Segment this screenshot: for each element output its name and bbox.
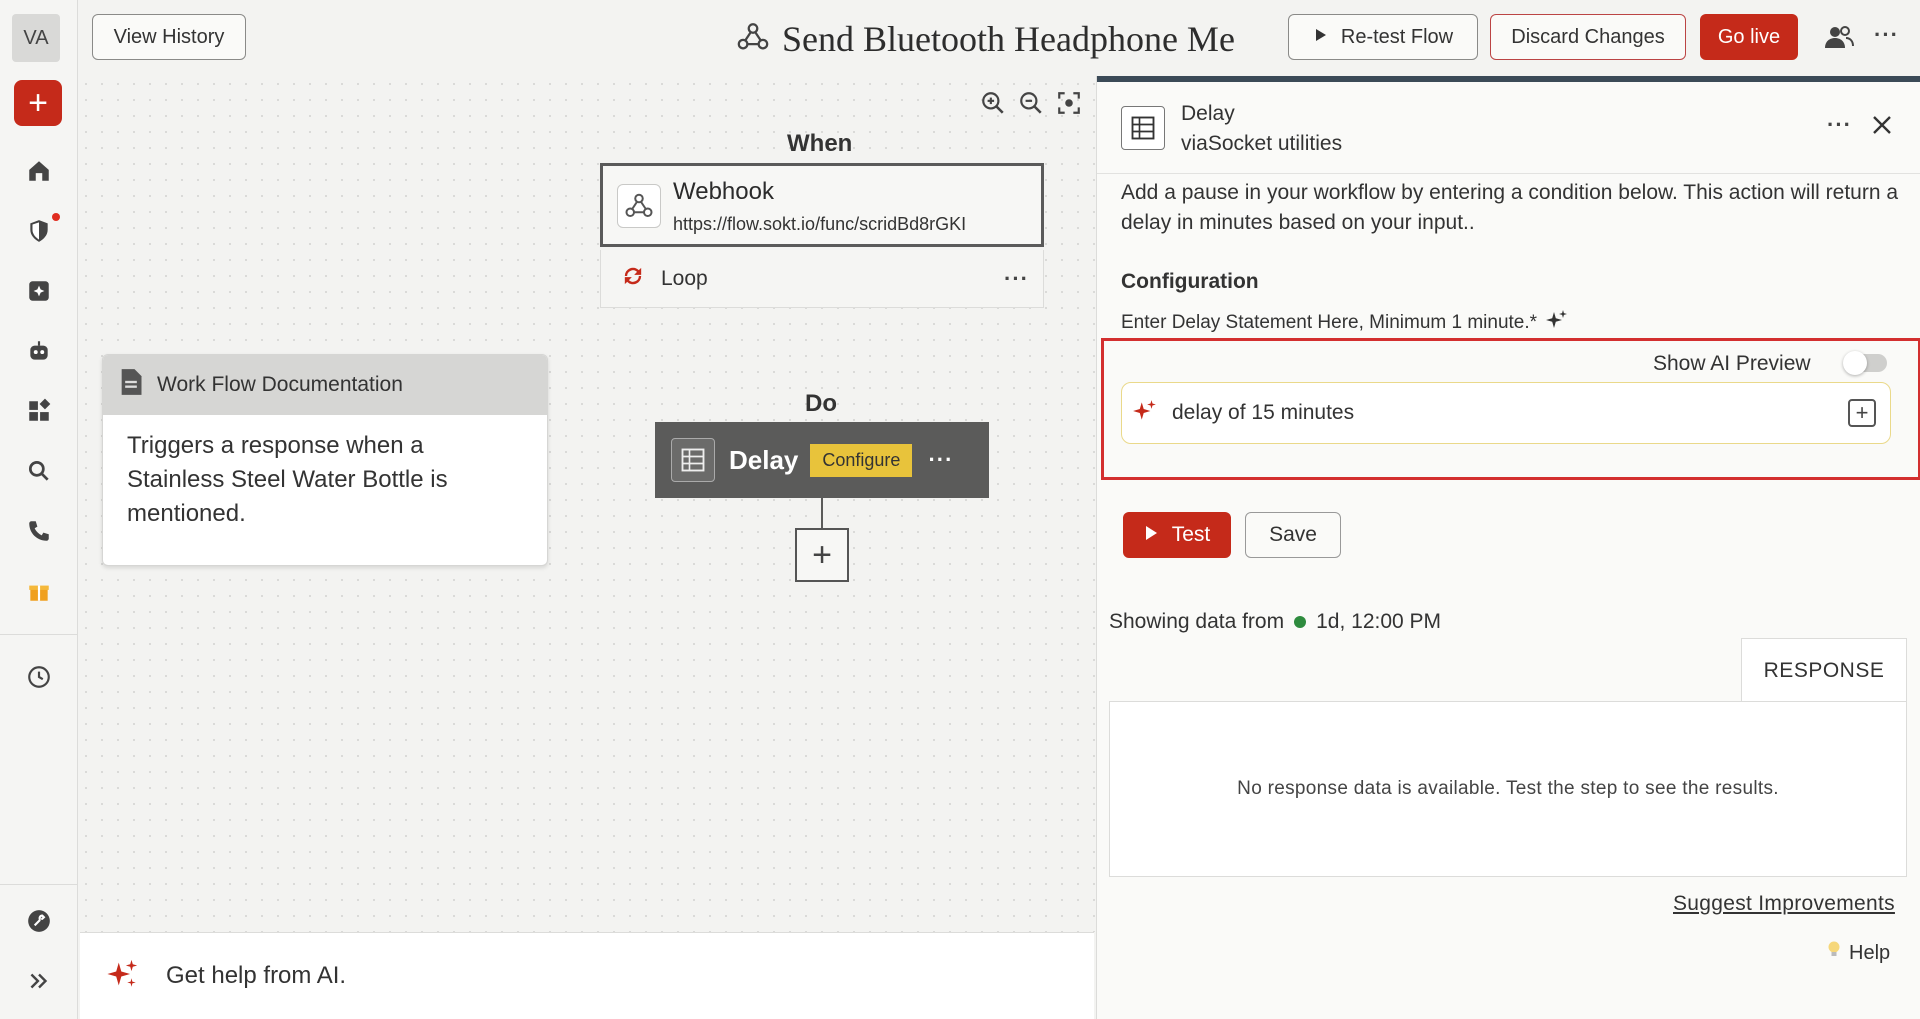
showing-data-from: Showing data from 1d, 12:00 PM <box>1109 610 1441 634</box>
configuration-title: Configuration <box>1121 270 1259 293</box>
search-icon[interactable] <box>22 454 56 488</box>
do-label: Do <box>805 390 837 417</box>
left-rail: VA + <box>0 0 78 1019</box>
view-history-button[interactable]: View History <box>92 14 246 60</box>
ai-preview-toggle[interactable] <box>1843 351 1887 375</box>
configure-badge[interactable]: Configure <box>810 443 913 477</box>
no-response-message: No response data is available. Test the … <box>1237 778 1779 799</box>
sparkle-icon <box>1132 398 1158 429</box>
retest-flow-label: Re-test Flow <box>1340 25 1454 48</box>
save-button[interactable]: Save <box>1245 512 1341 558</box>
more-menu-icon[interactable]: ··· <box>1874 22 1899 48</box>
panel-subtitle: viaSocket utilities <box>1181 132 1343 155</box>
delay-statement-input[interactable]: delay of 15 minutes + <box>1121 382 1891 444</box>
retest-flow-button[interactable]: Re-test Flow <box>1288 14 1478 60</box>
tab-response[interactable]: RESPONSE <box>1741 638 1907 702</box>
go-live-button[interactable]: Go live <box>1700 14 1798 60</box>
webhook-trigger-card[interactable]: Webhook https://flow.sokt.io/func/scridB… <box>600 163 1044 247</box>
when-label: When <box>787 130 853 157</box>
webhook-name: Webhook <box>673 178 774 205</box>
test-label: Test <box>1171 523 1211 546</box>
sparkle-icon[interactable] <box>1545 308 1569 338</box>
add-step-button[interactable]: + <box>795 528 849 582</box>
panel-title: Delay <box>1181 102 1235 125</box>
loop-more-icon[interactable]: ··· <box>1004 266 1029 292</box>
loop-icon <box>619 262 647 295</box>
avatar[interactable]: VA <box>12 14 60 62</box>
tool-icon[interactable] <box>22 904 56 938</box>
showing-prefix: Showing data from <box>1109 610 1285 633</box>
phone-icon[interactable] <box>22 514 56 548</box>
document-icon <box>119 368 143 402</box>
delay-statement-label: Enter Delay Statement Here, Minimum 1 mi… <box>1121 308 1569 338</box>
documentation-body[interactable]: Triggers a response when a Stainless Ste… <box>103 415 547 545</box>
loop-label: Loop <box>661 266 708 290</box>
documentation-header: Work Flow Documentation <box>103 355 547 415</box>
help-label: Help <box>1849 941 1891 964</box>
delay-node-name: Delay <box>729 444 799 475</box>
response-panel: No response data is available. Test the … <box>1109 701 1907 877</box>
ai-preview-label: Show AI Preview <box>1653 352 1811 375</box>
delay-input-value: delay of 15 minutes <box>1172 401 1355 424</box>
history-icon[interactable] <box>22 660 56 694</box>
status-dot <box>1294 616 1307 628</box>
webhook-icon <box>736 20 770 59</box>
panel-header: Delay viaSocket utilities ··· <box>1097 82 1920 174</box>
expand-icon[interactable] <box>22 964 56 998</box>
panel-more-icon[interactable]: ··· <box>1827 112 1852 138</box>
zoom-in-icon[interactable] <box>978 88 1008 118</box>
table-icon <box>671 438 715 482</box>
delay-statement-label-text: Enter Delay Statement Here, Minimum 1 mi… <box>1121 312 1538 333</box>
lightbulb-icon <box>1827 940 1841 966</box>
documentation-title: Work Flow Documentation <box>157 373 403 396</box>
rail-divider <box>0 634 78 635</box>
ai-help-bar[interactable]: Get help from AI. <box>80 932 1094 1019</box>
add-variable-icon[interactable]: + <box>1848 399 1876 427</box>
gift-icon[interactable] <box>22 574 56 608</box>
webhook-icon <box>617 184 661 228</box>
loop-row[interactable]: Loop ··· <box>600 250 1044 308</box>
workflow-documentation-card[interactable]: Work Flow Documentation Triggers a respo… <box>102 354 548 566</box>
play-icon <box>1313 26 1329 49</box>
plus-square-icon[interactable] <box>22 274 56 308</box>
step-description: Add a pause in your workflow by entering… <box>1121 181 1899 234</box>
test-button[interactable]: Test <box>1123 512 1231 558</box>
showing-time[interactable]: 1d, 12:00 PM <box>1316 610 1441 634</box>
users-icon[interactable] <box>1824 24 1854 55</box>
flow-title-text: Send Bluetooth Headphone Me <box>782 19 1235 59</box>
delay-node-more-icon[interactable]: ··· <box>928 447 953 473</box>
add-button[interactable]: + <box>14 80 62 126</box>
home-icon[interactable] <box>22 154 56 188</box>
rail-divider <box>0 884 78 885</box>
shield-icon[interactable] <box>22 214 56 248</box>
step-connector <box>821 498 823 530</box>
suggest-improvements-link[interactable]: Suggest Improvements <box>1673 892 1895 916</box>
flow-title[interactable]: Send Bluetooth Headphone Me <box>736 18 1236 60</box>
close-icon[interactable] <box>1867 110 1897 140</box>
zoom-out-icon[interactable] <box>1016 88 1046 118</box>
help-link[interactable]: Help <box>1827 940 1890 966</box>
sparkle-icon <box>106 957 140 996</box>
fit-view-icon[interactable] <box>1054 88 1084 118</box>
table-icon <box>1121 106 1165 150</box>
delay-step-node[interactable]: Delay Configure ··· <box>655 422 989 498</box>
apps-icon[interactable] <box>22 394 56 428</box>
play-icon <box>1144 523 1158 547</box>
bot-icon[interactable] <box>22 334 56 368</box>
discard-changes-button[interactable]: Discard Changes <box>1490 14 1686 60</box>
toggle-knob <box>1843 351 1867 375</box>
webhook-url: https://flow.sokt.io/func/scridBd8rGKI <box>673 214 967 234</box>
zoom-controls <box>978 88 1084 118</box>
ai-help-text: Get help from AI. <box>166 962 347 989</box>
notification-dot <box>52 213 60 221</box>
step-config-panel: Delay viaSocket utilities ··· Add a paus… <box>1096 76 1920 1019</box>
